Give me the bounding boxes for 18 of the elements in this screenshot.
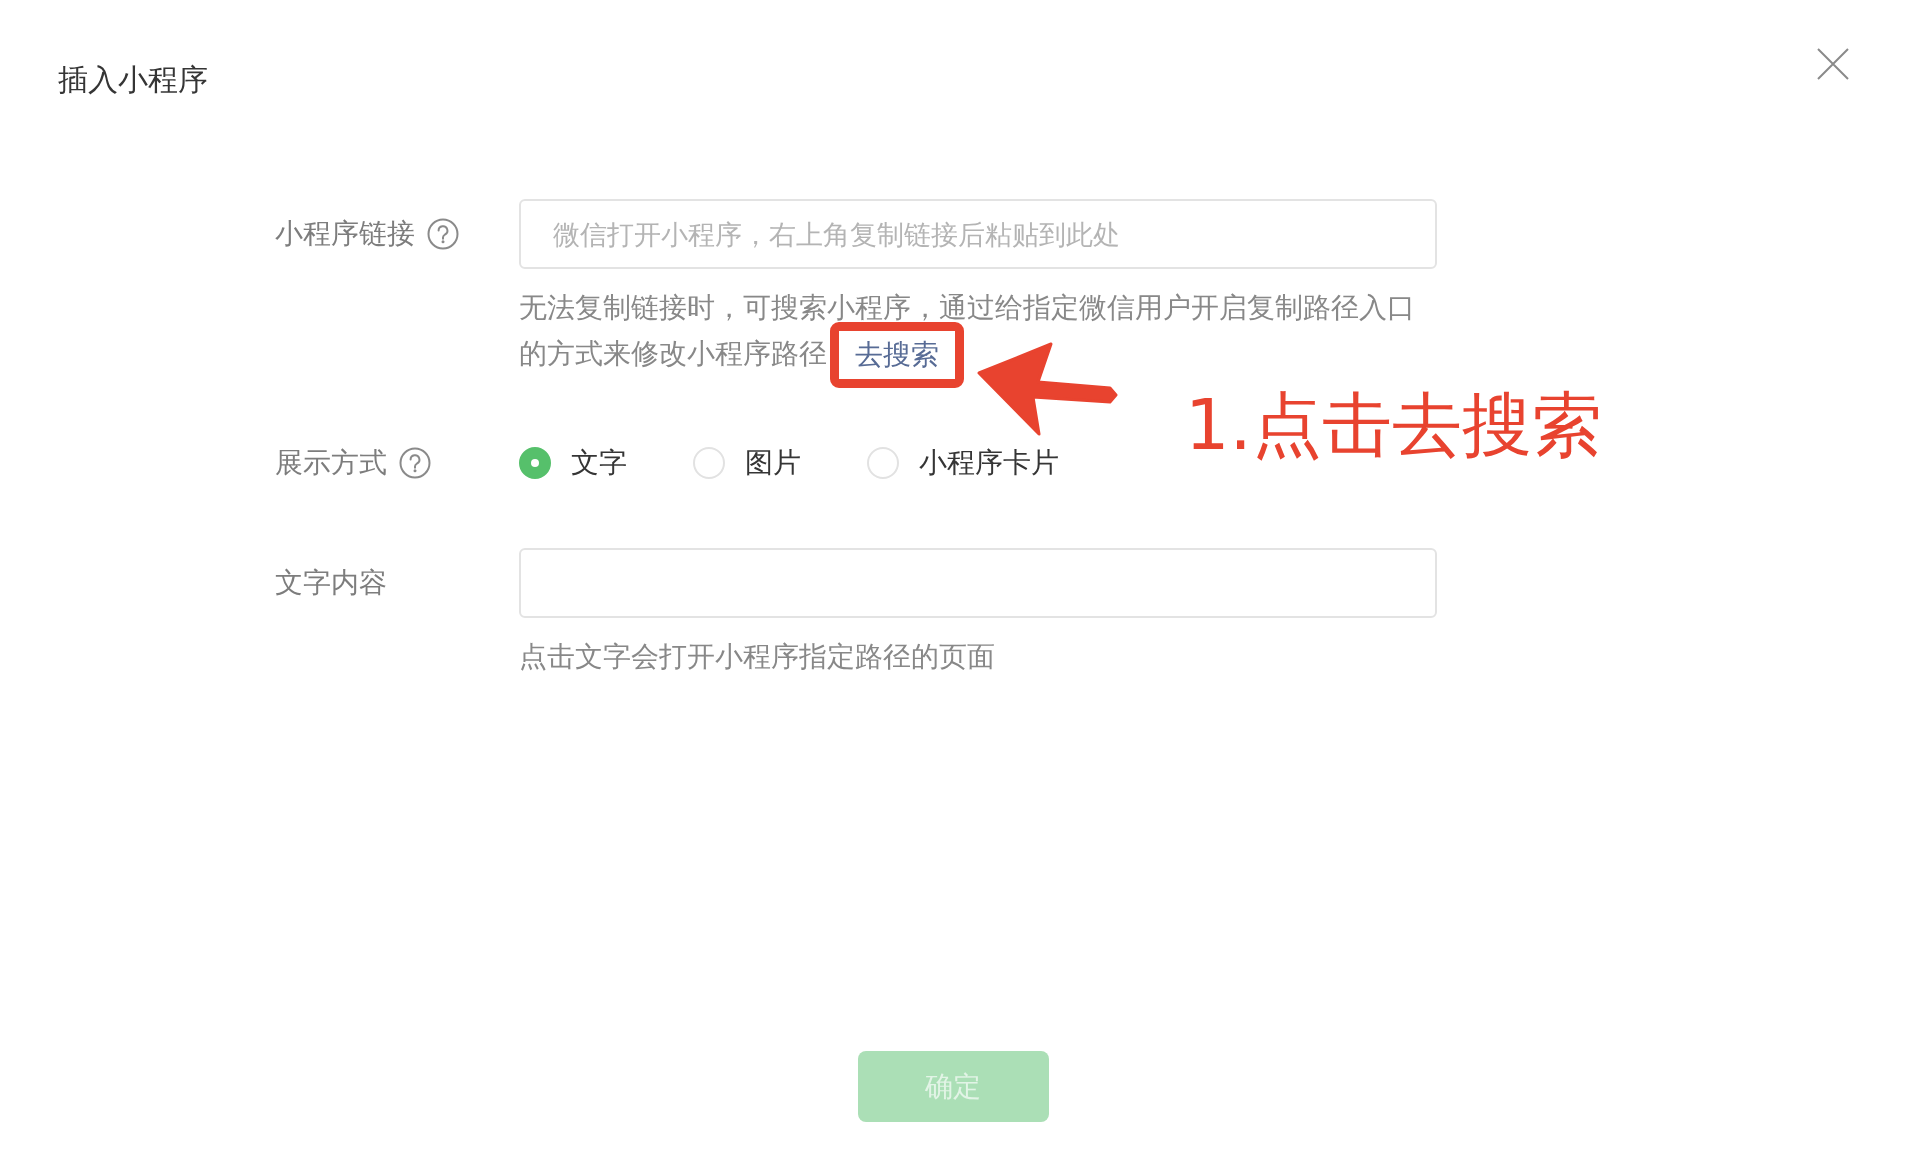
field-label: 文字内容 — [275, 565, 387, 601]
annotation-text: 1.点击去搜索 — [1185, 383, 1602, 468]
radio-label[interactable]: 小程序卡片 — [919, 443, 1059, 483]
radio-label[interactable]: 图片 — [745, 443, 801, 483]
hint-text: 点击文字会打开小程序指定路径的页面 — [519, 639, 996, 675]
search-link[interactable]: 去搜索 — [855, 338, 939, 372]
help-text: 无法复制链接时，可搜索小程序，通过给指定微信用户开启复制路径入口的方式来修改小程序路径 去搜索 — [519, 285, 1437, 377]
help-icon[interactable] — [427, 218, 459, 250]
help-icon[interactable] — [399, 447, 431, 479]
field-label: 展示方式 — [275, 445, 387, 481]
text-input[interactable] — [519, 548, 1437, 618]
dialog-title: 插入小程序 — [58, 61, 208, 99]
close-icon — [1816, 47, 1850, 81]
radio-label[interactable]: 文字 — [571, 443, 627, 483]
radio-button[interactable] — [519, 447, 551, 479]
close-button[interactable] — [1816, 47, 1850, 81]
field-label: 小程序链接 — [275, 216, 415, 252]
link-input[interactable]: 微信打开小程序，右上角复制链接后粘贴到此处 — [519, 199, 1437, 269]
